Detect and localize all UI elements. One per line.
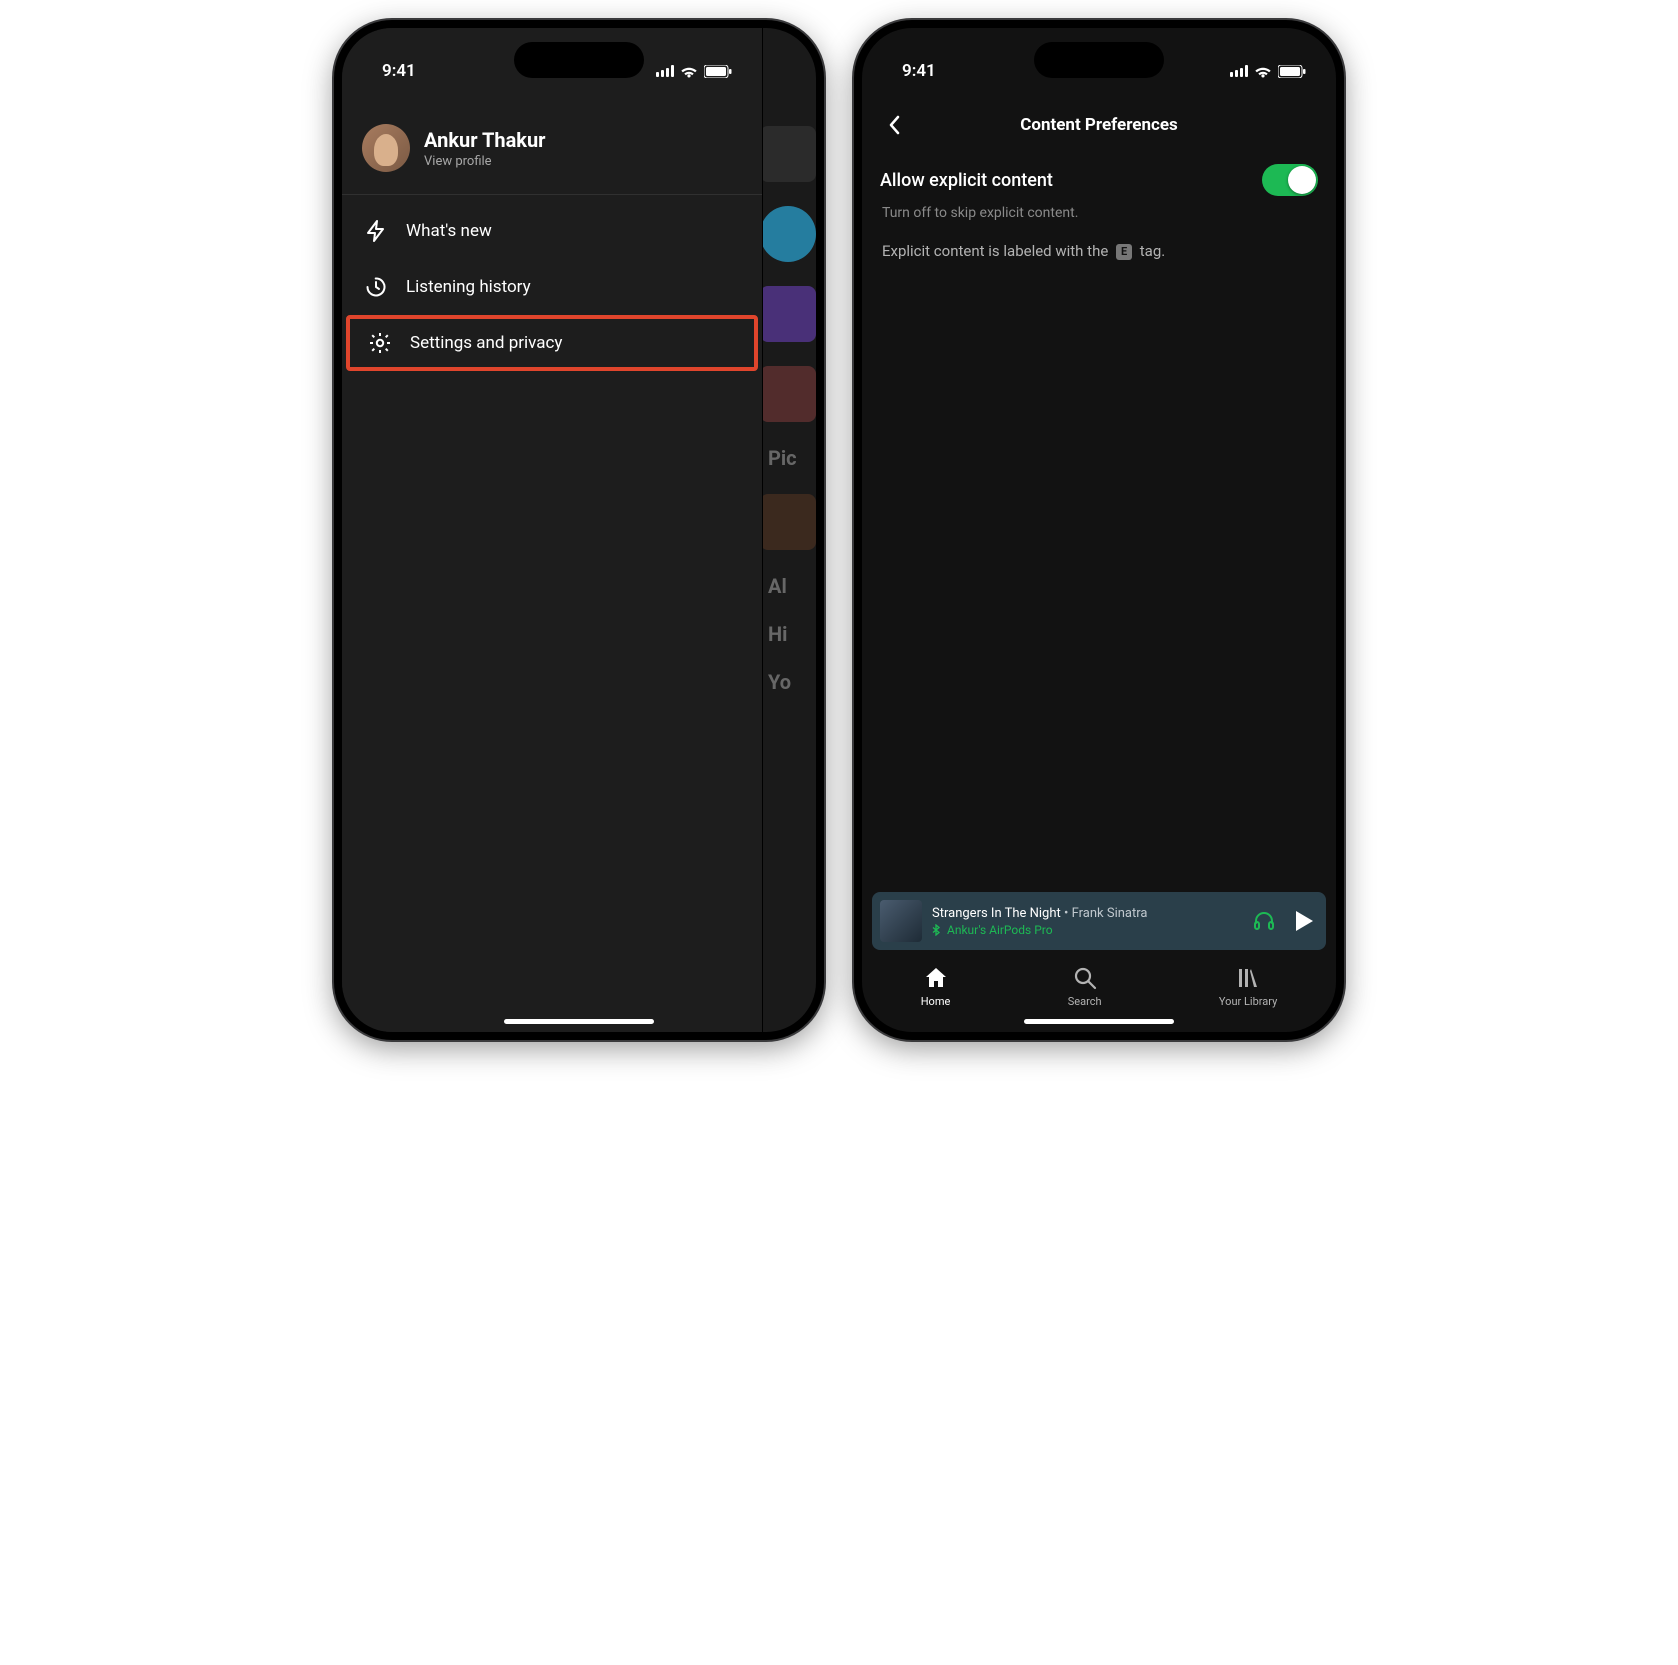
gear-icon — [368, 331, 392, 355]
view-profile-link[interactable]: View profile — [424, 154, 546, 169]
home-indicator[interactable] — [1024, 1019, 1174, 1024]
user-name: Ankur Thakur — [424, 128, 546, 152]
album-art — [880, 900, 922, 942]
page-title: Content Preferences — [862, 115, 1336, 135]
home-icon — [923, 965, 949, 991]
now-playing-title: Strangers In The Night • Frank Sinatra — [932, 906, 1242, 921]
explicit-toggle[interactable] — [1262, 164, 1318, 196]
tab-search[interactable]: Search — [1068, 965, 1102, 1008]
menu-label: Listening history — [406, 277, 531, 297]
dynamic-island — [1034, 42, 1164, 78]
phone-frame-right: 9:41 Content Preferences Allow explicit … — [854, 20, 1344, 1040]
now-playing-bar[interactable]: Strangers In The Night • Frank Sinatra A… — [872, 892, 1326, 950]
search-icon — [1072, 965, 1098, 991]
avatar — [362, 124, 410, 172]
wifi-icon — [1254, 65, 1272, 78]
dynamic-island — [514, 42, 644, 78]
setting-description: Turn off to skip explicit content. — [862, 200, 1336, 226]
status-time: 9:41 — [902, 61, 936, 81]
profile-sidebar: 9:41 Ankur Thakur View profile — [342, 28, 763, 1032]
menu-label: What's new — [406, 221, 492, 241]
wifi-icon — [680, 65, 698, 78]
explicit-tag-info: Explicit content is labeled with the E t… — [862, 226, 1336, 277]
library-icon — [1235, 965, 1261, 991]
bolt-icon — [364, 219, 388, 243]
phone-frame-left: Pic Al Hi Yo 9:41 Ankur Thakur View prof… — [334, 20, 824, 1040]
cellular-icon — [656, 65, 674, 77]
menu-settings-privacy[interactable]: Settings and privacy — [346, 315, 758, 371]
play-button[interactable] — [1294, 910, 1314, 932]
now-playing-device: Ankur's AirPods Pro — [932, 923, 1242, 937]
tab-home[interactable]: Home — [921, 965, 951, 1008]
tab-library[interactable]: Your Library — [1219, 965, 1277, 1008]
menu-whats-new[interactable]: What's new — [342, 203, 762, 259]
explicit-tag-icon: E — [1116, 244, 1132, 260]
nav-header: Content Preferences — [862, 100, 1336, 148]
home-indicator[interactable] — [504, 1019, 654, 1024]
divider — [342, 194, 762, 195]
cellular-icon — [1230, 65, 1248, 77]
setting-label: Allow explicit content — [880, 170, 1053, 191]
menu-label: Settings and privacy — [410, 333, 562, 353]
status-time: 9:41 — [382, 61, 416, 81]
background-content-strip: Pic Al Hi Yo — [760, 96, 816, 694]
menu-listening-history[interactable]: Listening history — [342, 259, 762, 315]
battery-icon — [704, 65, 732, 78]
allow-explicit-row: Allow explicit content — [862, 148, 1336, 200]
profile-row[interactable]: Ankur Thakur View profile — [342, 96, 762, 188]
history-icon — [364, 275, 388, 299]
battery-icon — [1278, 65, 1306, 78]
bluetooth-icon — [932, 924, 941, 936]
devices-icon[interactable] — [1252, 909, 1276, 933]
tab-bar: Home Search Your Library — [862, 959, 1336, 1018]
